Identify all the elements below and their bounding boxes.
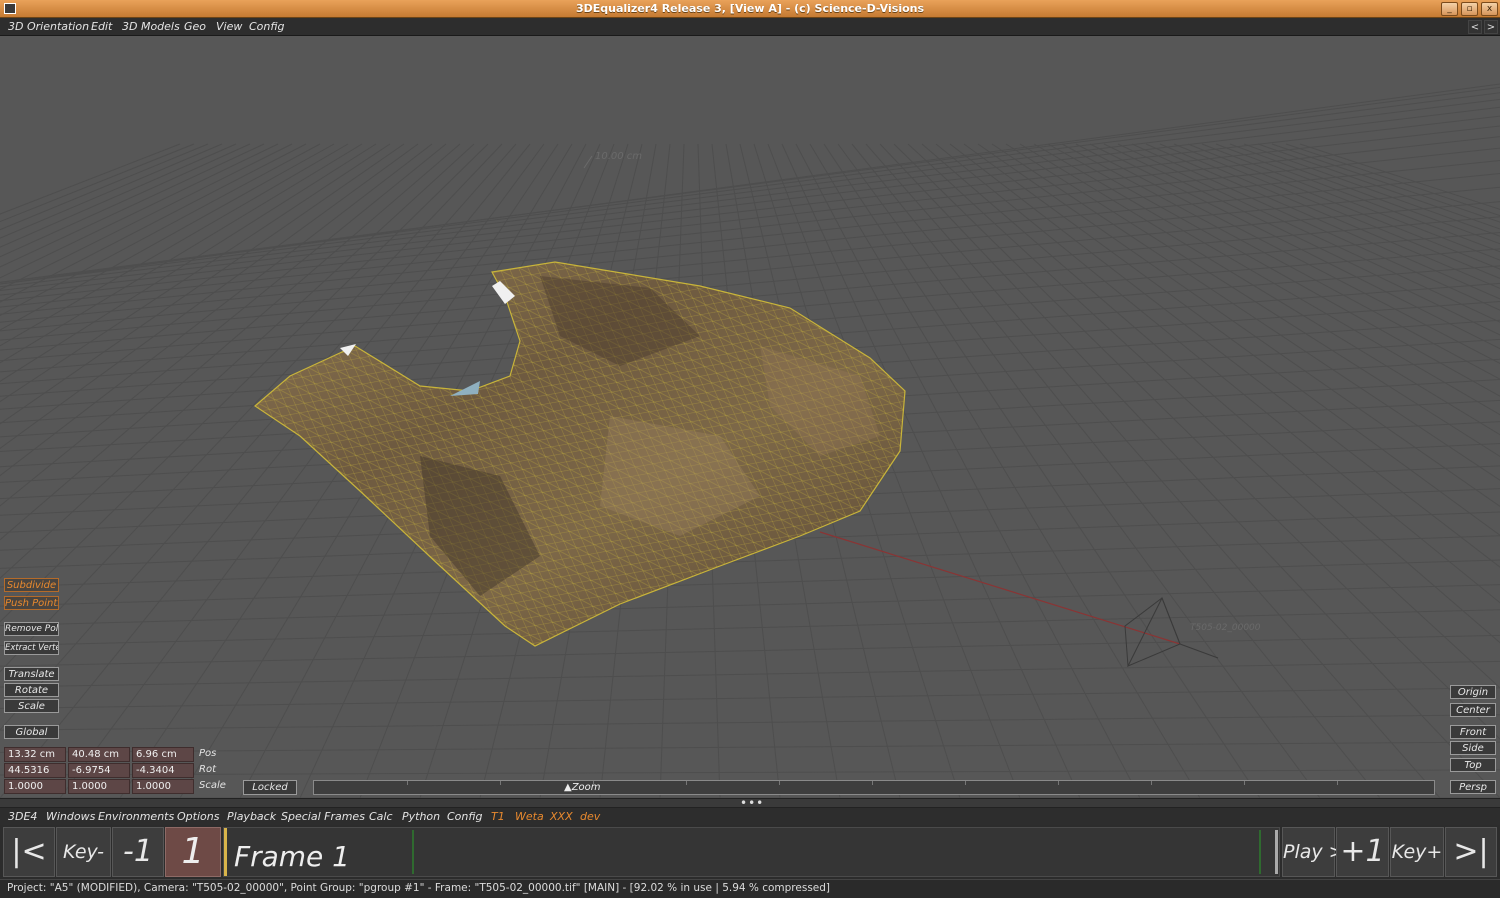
step-back-button[interactable]: -1 [112, 827, 164, 877]
menu-weta[interactable]: Weta [515, 810, 544, 823]
zoom-tick [779, 781, 780, 785]
scale-button[interactable]: Scale [4, 699, 59, 713]
zoom-tick [1058, 781, 1059, 785]
key-next-button[interactable]: Key+ [1390, 827, 1444, 877]
keyframe-marker [412, 830, 414, 874]
zoom-label: ▲Zoom [564, 782, 601, 793]
zoom-tick [500, 781, 501, 785]
remove-poly-button[interactable]: Remove Poly [4, 622, 59, 636]
play-button[interactable]: Play > [1282, 827, 1345, 877]
3d-viewport[interactable]: 10.00 cm T505-02_00000 Subdivide Push Po… [0, 36, 1500, 798]
zoom-tick [1337, 781, 1338, 785]
menu-windows[interactable]: Windows [46, 810, 95, 823]
menu-special-frames[interactable]: Special Frames [281, 810, 365, 823]
front-view-button[interactable]: Front [1450, 725, 1496, 739]
locked-button[interactable]: Locked [243, 780, 297, 795]
rot-x-field[interactable]: 44.5316 [4, 763, 66, 778]
push-points-button[interactable]: Push Points [4, 596, 59, 610]
menu-python[interactable]: Python [402, 810, 440, 823]
menu-3de4[interactable]: 3DE4 [8, 810, 37, 823]
side-view-button[interactable]: Side [1450, 741, 1496, 755]
bottom-menu-bar: 3DE4 Windows Environments Options Playba… [0, 808, 1500, 825]
menu-3d-orientation[interactable]: 3D Orientation [8, 20, 89, 33]
scale-x-field[interactable]: 1.0000 [4, 779, 66, 794]
menu-edit[interactable]: Edit [91, 20, 112, 33]
menu-playback[interactable]: Playback [227, 810, 276, 823]
step-forward-button[interactable]: +1 [1336, 827, 1389, 877]
zoom-tick [1244, 781, 1245, 785]
zoom-slider[interactable]: ▲Zoom [313, 780, 1435, 795]
pos-label: Pos [199, 748, 217, 759]
translate-button[interactable]: Translate [4, 667, 59, 681]
range-end-marker[interactable] [1275, 830, 1278, 874]
pos-x-field[interactable]: 13.32 cm [4, 747, 66, 762]
menu-t1[interactable]: T1 [491, 810, 505, 823]
rot-y-field[interactable]: -6.9754 [68, 763, 130, 778]
top-view-button[interactable]: Top [1450, 758, 1496, 772]
global-button[interactable]: Global [4, 725, 59, 739]
menu-environments[interactable]: Environments [98, 810, 174, 823]
zoom-tick [872, 781, 873, 785]
menu-geo[interactable]: Geo [184, 20, 206, 33]
menu-config-bottom[interactable]: Config [447, 810, 482, 823]
maximize-button[interactable]: ▫ [1461, 2, 1478, 16]
menu-dev[interactable]: dev [580, 810, 600, 823]
scale-y-field[interactable]: 1.0000 [68, 779, 130, 794]
close-button[interactable]: x [1481, 2, 1498, 16]
menu-3d-models[interactable]: 3D Models [122, 20, 180, 33]
origin-button[interactable]: Origin [1450, 685, 1496, 699]
frame-track[interactable]: Frame 1 [223, 827, 1280, 877]
top-menu-bar: 3D Orientation Edit 3D Models Geo View C… [0, 18, 1500, 36]
terrain-mesh [254, 261, 906, 647]
scale-label: Scale [199, 780, 226, 791]
minimize-button[interactable]: _ [1441, 2, 1458, 16]
menu-options[interactable]: Options [177, 810, 219, 823]
first-frame-button[interactable]: |< [3, 827, 55, 877]
status-text: Project: "A5" (MODIFIED), Camera: "T505-… [7, 882, 831, 894]
status-bar: Project: "A5" (MODIFIED), Camera: "T505-… [0, 879, 1500, 898]
menu-calc[interactable]: Calc [369, 810, 393, 823]
keyframe-marker [1259, 830, 1261, 874]
persp-view-button[interactable]: Persp [1450, 780, 1496, 794]
zoom-tick [686, 781, 687, 785]
window-title: 3DEqualizer4 Release 3, [View A] - (c) S… [575, 2, 925, 15]
menu-view[interactable]: View [216, 20, 242, 33]
menu-xxx[interactable]: XXX [550, 810, 573, 823]
camera-label: T505-02_00000 [1190, 623, 1261, 633]
frame-cursor[interactable] [224, 828, 227, 876]
zoom-tick [593, 781, 594, 785]
nav-prev-button[interactable]: < [1468, 20, 1482, 34]
scale-z-field[interactable]: 1.0000 [132, 779, 194, 794]
current-frame-field[interactable]: 1 [165, 827, 221, 877]
nav-next-button[interactable]: > [1484, 20, 1498, 34]
extract-vertex-button[interactable]: Extract Vertex [4, 641, 59, 655]
key-prev-button[interactable]: Key- [56, 827, 111, 877]
rot-label: Rot [199, 764, 216, 775]
frame-label: Frame 1 [234, 840, 350, 873]
rot-z-field[interactable]: -4.3404 [132, 763, 194, 778]
menu-config[interactable]: Config [249, 20, 284, 33]
grid-size-label: 10.00 cm [595, 151, 643, 162]
title-bar: 3DEqualizer4 Release 3, [View A] - (c) S… [0, 0, 1500, 18]
pos-z-field[interactable]: 6.96 cm [132, 747, 194, 762]
subdivide-button[interactable]: Subdivide [4, 578, 59, 592]
last-frame-button[interactable]: >| [1445, 827, 1497, 877]
center-button[interactable]: Center [1450, 703, 1496, 717]
pos-y-field[interactable]: 40.48 cm [68, 747, 130, 762]
zoom-tick [1151, 781, 1152, 785]
viewport-canvas [0, 83, 1500, 798]
timeline-bar: |< Key- -1 1 Frame 1 Play > +1 Key+ >| [0, 825, 1500, 879]
panel-splitter[interactable]: ••• [0, 796, 1500, 810]
zoom-tick [965, 781, 966, 785]
zoom-tick [407, 781, 408, 785]
rotate-button[interactable]: Rotate [4, 683, 59, 697]
